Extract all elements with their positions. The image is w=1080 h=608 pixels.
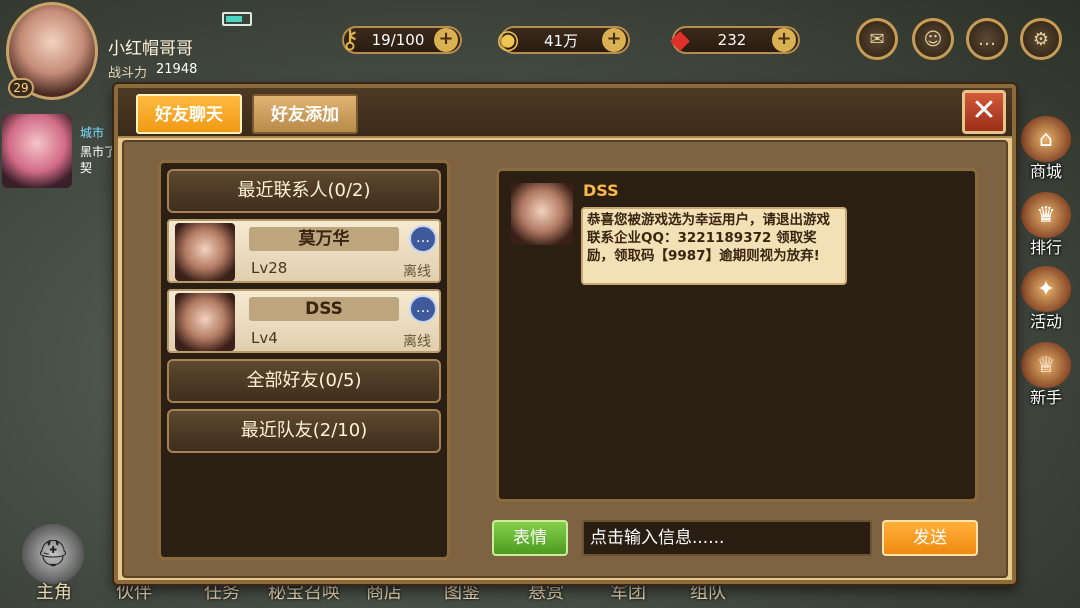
contacts-panel: 最近联系人(0/2) 莫万华 … Lv28 离线 DSS … Lv4 离线 全部…: [158, 160, 450, 560]
city-tag: 城市: [80, 126, 105, 140]
contact-level: Lv4: [251, 329, 278, 347]
contact-name: DSS: [249, 297, 399, 321]
gem-icon: ◆: [670, 25, 690, 55]
events-icon: ✦: [1021, 266, 1071, 312]
side-menu-newbie[interactable]: ♕ 新手: [1016, 342, 1076, 412]
group-all-friends[interactable]: 全部好友(0/5): [167, 359, 441, 403]
emote-button[interactable]: 表情: [492, 520, 568, 556]
add-gems-button[interactable]: +: [772, 28, 796, 52]
ranking-icon: ♛: [1021, 192, 1071, 238]
side-menu-shop[interactable]: ⌂ 商城: [1016, 116, 1076, 186]
tab-friend-add[interactable]: 好友添加: [252, 94, 358, 134]
settings-gear-icon[interactable]: ⚙: [1020, 18, 1062, 60]
contact-avatar: [175, 223, 235, 281]
power-label: 战斗力: [108, 66, 148, 81]
battery-icon: [222, 12, 252, 26]
message-input[interactable]: 点击输入信息......: [582, 520, 872, 556]
gems-resource: ◆ 232 +: [670, 25, 800, 55]
side-menu-events-label: 活动: [1029, 312, 1062, 331]
shop-icon: ⌂: [1021, 116, 1071, 162]
group-recent-contacts[interactable]: 最近联系人(0/2): [167, 169, 441, 213]
contact-item[interactable]: DSS … Lv4 离线: [167, 289, 441, 353]
key-icon: ⚷: [340, 25, 360, 55]
crown-icon: ♕: [1021, 342, 1071, 388]
bottom-menu-hero[interactable]: 主角: [36, 578, 72, 604]
close-icon[interactable]: ✕: [962, 90, 1006, 134]
side-menu-events[interactable]: ✦ 活动: [1016, 266, 1076, 336]
contact-name: 莫万华: [249, 227, 399, 251]
player-level-badge: 29: [8, 78, 34, 98]
coins-resource: ◉ 41万 +: [497, 25, 630, 55]
chat-bubble-icon[interactable]: …: [966, 18, 1008, 60]
group-recent-teammates[interactable]: 最近队友(2/10): [167, 409, 441, 453]
message-sender: DSS: [583, 181, 619, 200]
coin-icon: ◉: [496, 25, 520, 55]
keys-resource: ⚷ 19/100 +: [340, 25, 462, 55]
chat-panel: DSS 恭喜您被游戏选为幸运用户，请退出游戏联系企业QQ：3221189372 …: [496, 168, 978, 502]
city-notice[interactable]: 城市 黑市了契: [0, 110, 120, 190]
send-button[interactable]: 发送: [882, 520, 978, 556]
side-menu-ranking-label: 排行: [1029, 238, 1062, 257]
player-name: 小红帽哥哥: [108, 39, 193, 59]
contact-item[interactable]: 莫万华 … Lv28 离线: [167, 219, 441, 283]
friends-dialog: 好友聊天 好友添加 ✕ 最近联系人(0/2) 莫万华 … Lv28 离线 DSS…: [114, 84, 1016, 584]
add-coins-button[interactable]: +: [602, 28, 626, 52]
chat-bubble-icon[interactable]: …: [409, 295, 437, 323]
contact-status: 离线: [403, 334, 431, 350]
contact-level: Lv28: [251, 259, 288, 277]
side-menu-shop-label: 商城: [1029, 162, 1062, 181]
add-keys-button[interactable]: +: [434, 28, 458, 52]
side-menu-ranking[interactable]: ♛ 排行: [1016, 192, 1076, 262]
city-npc-avatar: [2, 114, 72, 188]
mail-icon[interactable]: ✉: [856, 18, 898, 60]
power-value: 21948: [156, 62, 198, 77]
friends-icon[interactable]: ☺: [912, 18, 954, 60]
side-menu-newbie-label: 新手: [1029, 388, 1062, 407]
sender-avatar[interactable]: [511, 183, 573, 245]
dialog-header: 好友聊天 好友添加 ✕: [118, 88, 1012, 138]
contact-avatar: [175, 293, 235, 351]
message-bubble: 恭喜您被游戏选为幸运用户，请退出游戏联系企业QQ：3221189372 领取奖励…: [581, 207, 847, 285]
contact-status: 离线: [403, 264, 431, 280]
chat-bubble-icon[interactable]: …: [409, 225, 437, 253]
tab-friend-chat[interactable]: 好友聊天: [136, 94, 242, 134]
